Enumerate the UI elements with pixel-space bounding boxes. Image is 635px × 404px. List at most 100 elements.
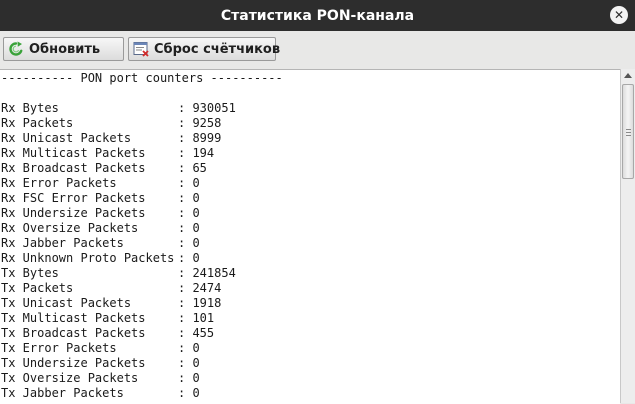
counter-value: 101 [192, 311, 215, 325]
counter-value: 0 [192, 176, 200, 190]
counter-row: Tx Jabber Packets: 0 [1, 386, 620, 401]
counter-label: Tx Bytes [1, 266, 59, 280]
title-bar: Статистика PON-канала ✕ [0, 0, 635, 31]
counter-value: 0 [192, 221, 200, 235]
counter-label: Rx Bytes [1, 101, 59, 115]
counters-report: ---------- PON port counters ---------- … [0, 70, 620, 401]
reset-counters-icon [133, 41, 149, 57]
counter-separator: : [178, 281, 193, 295]
counter-separator: : [178, 341, 193, 355]
counter-value: 0 [192, 251, 200, 265]
counter-label: Rx Unicast Packets [1, 131, 132, 145]
counter-row: Rx FSC Error Packets: 0 [1, 191, 620, 206]
counter-label: Rx Error Packets [1, 176, 117, 190]
counter-label: Tx Broadcast Packets [1, 326, 146, 340]
refresh-label: Обновить [29, 41, 101, 57]
vertical-scrollbar[interactable] [620, 69, 635, 403]
counter-label: Tx Oversize Packets [1, 371, 139, 385]
counter-separator: : [178, 206, 193, 220]
counter-label: Rx Multicast Packets [1, 146, 146, 160]
counter-row: Rx Packets: 9258 [1, 116, 620, 131]
counter-label: Rx Broadcast Packets [1, 161, 146, 175]
counter-value: 194 [192, 146, 215, 160]
counter-separator: : [178, 296, 193, 310]
counter-value: 8999 [192, 131, 222, 145]
thumb-grip [626, 135, 631, 136]
counter-row: Tx Broadcast Packets: 455 [1, 326, 620, 341]
toolbar: Обновить Сброс счётчиков [0, 31, 635, 68]
counter-value: 241854 [192, 266, 236, 280]
counter-separator: : [178, 371, 193, 385]
counter-row: Rx Broadcast Packets: 65 [1, 161, 620, 176]
counter-row: Tx Packets: 2474 [1, 281, 620, 296]
counter-value: 0 [192, 356, 200, 370]
counter-value: 0 [192, 341, 200, 355]
counter-value: 0 [192, 236, 200, 250]
counter-label: Tx Packets [1, 281, 74, 295]
thumb-grip [626, 129, 631, 130]
counter-value: 65 [192, 161, 207, 175]
counter-separator: : [178, 146, 193, 160]
counter-row: Rx Oversize Packets: 0 [1, 221, 620, 236]
counter-row: Rx Undersize Packets: 0 [1, 206, 620, 221]
counter-row: Tx Error Packets: 0 [1, 341, 620, 356]
counter-separator: : [178, 101, 193, 115]
counter-row: Tx Multicast Packets: 101 [1, 311, 620, 326]
counter-value: 455 [192, 326, 215, 340]
reset-counters-button[interactable]: Сброс счётчиков [128, 37, 280, 61]
counter-row: Tx Bytes: 241854 [1, 266, 620, 281]
counter-separator: : [178, 176, 193, 190]
counter-label: Rx Jabber Packets [1, 236, 124, 250]
counter-separator: : [178, 161, 193, 175]
close-button[interactable]: ✕ [610, 6, 628, 24]
counter-value: 9258 [192, 116, 222, 130]
counter-label: Tx Jabber Packets [1, 386, 124, 400]
close-icon: ✕ [613, 8, 625, 22]
counter-row: Tx Undersize Packets: 0 [1, 356, 620, 371]
counter-separator: : [178, 266, 193, 280]
counter-row: Rx Multicast Packets: 194 [1, 146, 620, 161]
counter-value: 0 [192, 386, 200, 400]
counter-separator: : [178, 251, 193, 265]
report-header: ---------- PON port counters ---------- [1, 71, 283, 85]
refresh-button[interactable]: Обновить [3, 37, 124, 61]
counter-row: Rx Error Packets: 0 [1, 176, 620, 191]
counter-separator: : [178, 386, 193, 400]
counter-value: 0 [192, 191, 200, 205]
counter-separator: : [178, 116, 193, 130]
counter-row: Rx Unicast Packets: 8999 [1, 131, 620, 146]
counter-separator: : [178, 236, 193, 250]
counter-row: Tx Unicast Packets: 1918 [1, 296, 620, 311]
counter-separator: : [178, 191, 193, 205]
counter-row: Tx Oversize Packets: 0 [1, 371, 620, 386]
reset-counters-label: Сброс счётчиков [154, 41, 281, 57]
counter-label: Rx Undersize Packets [1, 206, 146, 220]
report-blank-line [1, 86, 620, 101]
refresh-icon [8, 41, 24, 57]
counter-separator: : [178, 356, 193, 370]
counter-label: Tx Error Packets [1, 341, 117, 355]
thumb-grip [626, 132, 631, 133]
counter-separator: : [178, 131, 193, 145]
counter-row: Rx Unknown Proto Packets: 0 [1, 251, 620, 266]
counter-separator: : [178, 221, 193, 235]
counter-label: Rx Packets [1, 116, 74, 130]
counter-label: Tx Multicast Packets [1, 311, 146, 325]
counter-label: Rx FSC Error Packets [1, 191, 146, 205]
counter-value: 0 [192, 206, 200, 220]
counters-text-area[interactable]: ---------- PON port counters ---------- … [0, 69, 620, 404]
counter-label: Tx Unicast Packets [1, 296, 132, 310]
counter-label: Rx Unknown Proto Packets [1, 251, 175, 265]
counter-row: Rx Jabber Packets: 0 [1, 236, 620, 251]
counter-value: 2474 [192, 281, 222, 295]
counter-value: 1918 [192, 296, 222, 310]
counter-row: Rx Bytes: 930051 [1, 101, 620, 116]
window-title: Статистика PON-канала [220, 7, 415, 24]
counter-separator: : [178, 326, 193, 340]
scroll-up-arrow[interactable] [624, 73, 632, 78]
counter-value: 0 [192, 371, 200, 385]
counter-value: 930051 [192, 101, 236, 115]
counter-label: Rx Oversize Packets [1, 221, 139, 235]
counter-label: Tx Undersize Packets [1, 356, 146, 370]
scrollbar-thumb[interactable] [622, 84, 634, 179]
